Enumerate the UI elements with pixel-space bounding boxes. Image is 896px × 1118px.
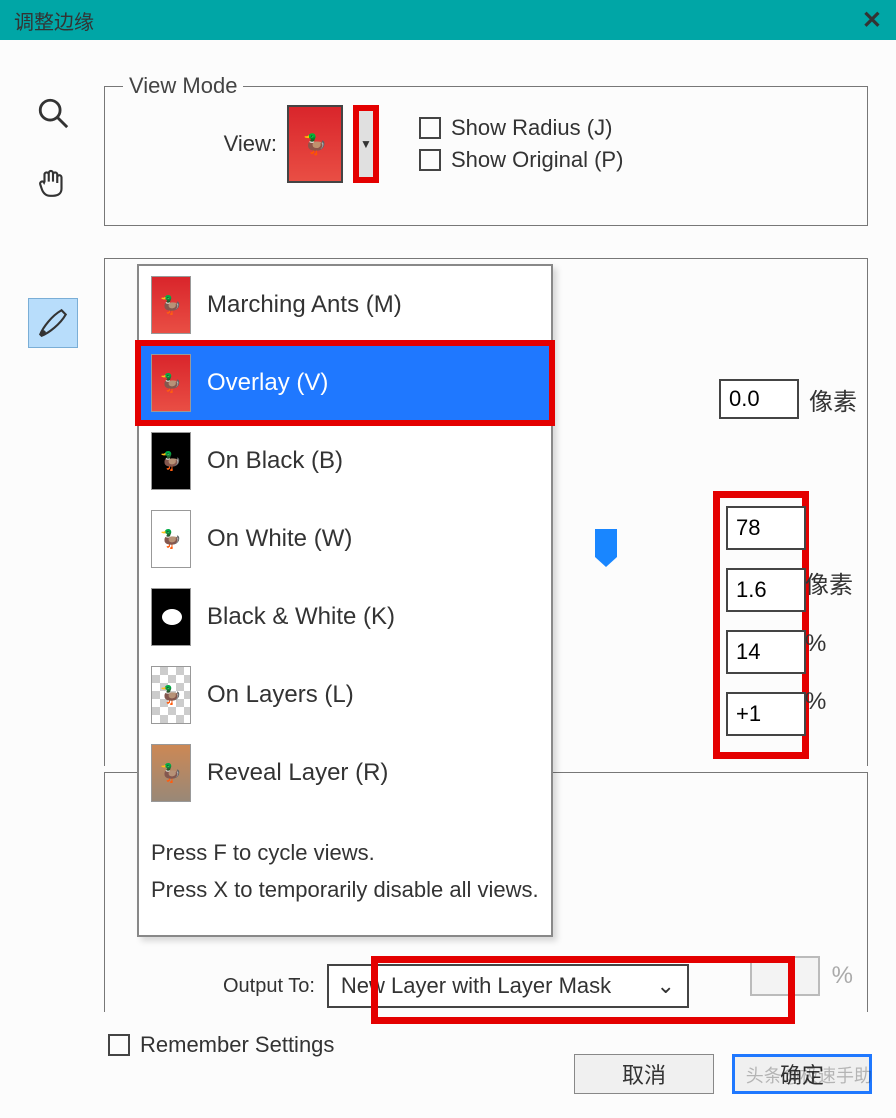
remember-checkbox[interactable] (108, 1034, 130, 1056)
smooth-input[interactable] (726, 506, 806, 550)
dialog-title: 调整边缘 (14, 6, 94, 35)
radius-unit: 像素 (809, 382, 857, 417)
amount-unit: % (832, 962, 853, 990)
cancel-button[interactable]: 取消 (574, 1054, 714, 1094)
refine-radius-tool[interactable] (28, 298, 78, 348)
view-dropdown-button[interactable]: ▼ (353, 105, 379, 183)
dd-reveal-layer[interactable]: 🦆Reveal Layer (R) (139, 734, 551, 812)
button-row: 取消 确定 (574, 1054, 872, 1094)
view-label: View: (123, 131, 277, 157)
show-original-row[interactable]: Show Original (P) (419, 147, 623, 173)
hand-icon (36, 166, 70, 200)
show-radius-row[interactable]: Show Radius (J) (419, 115, 623, 141)
zoom-tool[interactable] (28, 88, 78, 138)
feather-input[interactable] (726, 568, 806, 612)
unit-stack: 像素 % % (805, 559, 853, 716)
ok-button[interactable]: 确定 (732, 1054, 872, 1094)
close-icon[interactable]: ✕ (862, 6, 882, 35)
output-highlight (371, 956, 795, 1024)
output-to-label: Output To: (223, 975, 315, 998)
smooth-slider-thumb[interactable] (595, 529, 617, 557)
view-mode-fieldset: View Mode View: ▼ Show Radius (J) Show O… (104, 86, 868, 226)
show-radius-checkbox[interactable] (419, 117, 441, 139)
shift-input[interactable] (726, 692, 806, 736)
view-dropdown-list[interactable]: 🦆Marching Ants (M) 🦆Overlay (V) 🦆On Blac… (137, 264, 553, 937)
show-radius-label: Show Radius (J) (451, 115, 612, 141)
magnifier-icon (36, 96, 70, 130)
title-bar: 调整边缘 ✕ (0, 0, 896, 40)
dd-overlay[interactable]: 🦆Overlay (V) (139, 344, 551, 422)
remember-settings-row[interactable]: Remember Settings (108, 1032, 334, 1058)
dd-on-black[interactable]: 🦆On Black (B) (139, 422, 551, 500)
dd-on-white[interactable]: 🦆On White (W) (139, 500, 551, 578)
dd-marching-ants[interactable]: 🦆Marching Ants (M) (139, 266, 551, 344)
show-original-label: Show Original (P) (451, 147, 623, 173)
contrast-input[interactable] (726, 630, 806, 674)
brush-icon (36, 306, 70, 340)
dd-footer: Press F to cycle views. Press X to tempo… (139, 812, 551, 935)
feather-unit: 像素 (805, 565, 853, 600)
radius-input[interactable] (719, 379, 799, 419)
contrast-unit: % (805, 630, 853, 658)
remember-label: Remember Settings (140, 1032, 334, 1058)
view-thumbnail[interactable] (287, 105, 343, 183)
dd-black-white[interactable]: Black & White (K) (139, 578, 551, 656)
tool-column (28, 88, 88, 348)
show-original-checkbox[interactable] (419, 149, 441, 171)
highlighted-values (713, 491, 809, 759)
hand-tool[interactable] (28, 158, 78, 208)
view-mode-legend: View Mode (123, 73, 243, 99)
shift-unit: % (805, 688, 853, 716)
dd-on-layers[interactable]: 🦆On Layers (L) (139, 656, 551, 734)
